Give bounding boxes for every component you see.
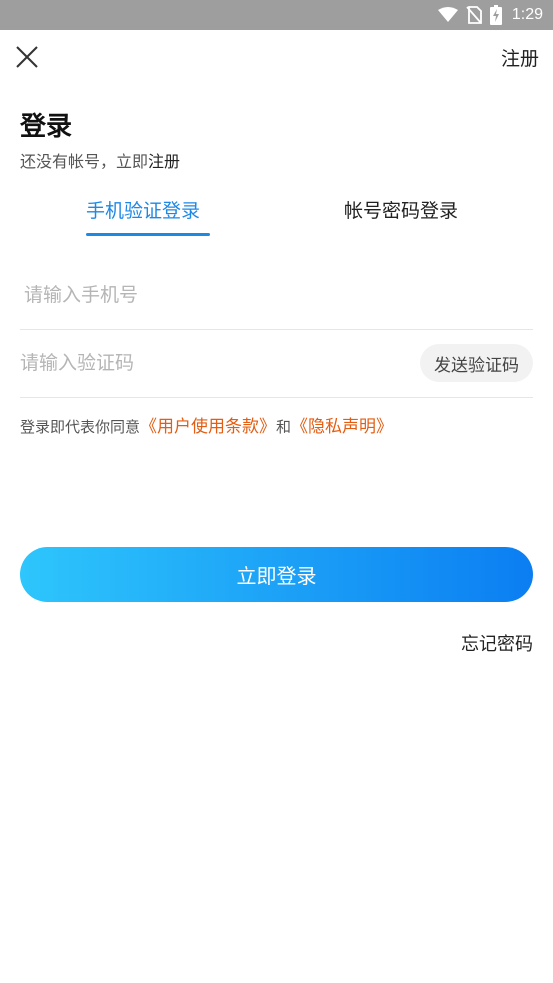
- phone-field: [20, 262, 533, 330]
- top-bar: 注册: [0, 30, 553, 88]
- terms-link[interactable]: 《用户使用条款》: [140, 417, 276, 437]
- close-icon: [15, 45, 39, 73]
- tab-password-login[interactable]: 帐号密码登录: [344, 196, 458, 223]
- verification-code-input[interactable]: [20, 330, 400, 396]
- agreement-conjunction: 和: [276, 418, 292, 436]
- agreement-text: 登录即代表你同意《用户使用条款》和《隐私声明》: [20, 412, 393, 437]
- no-sim-icon: [466, 6, 482, 24]
- wifi-icon: [437, 7, 458, 23]
- tab-sms-login[interactable]: 手机验证登录: [86, 196, 200, 223]
- login-button[interactable]: 立即登录: [20, 547, 533, 602]
- battery-charging-icon: [489, 5, 502, 25]
- privacy-link[interactable]: 《隐私声明》: [291, 417, 393, 437]
- send-code-button[interactable]: 发送验证码: [420, 344, 533, 382]
- status-time: 1:29: [511, 6, 543, 23]
- code-field: 发送验证码: [20, 330, 533, 398]
- active-tab-indicator: [86, 233, 210, 236]
- subtitle: 还没有帐号，立即注册: [20, 148, 180, 172]
- phone-input[interactable]: [24, 262, 524, 328]
- agreement-prefix: 登录即代表你同意: [20, 418, 141, 436]
- forgot-password-link[interactable]: 忘记密码: [461, 630, 533, 656]
- register-link[interactable]: 注册: [501, 44, 539, 71]
- subtitle-register-link[interactable]: 注册: [148, 152, 180, 171]
- close-button[interactable]: [12, 44, 42, 74]
- page-title: 登录: [20, 112, 73, 142]
- subtitle-text: 还没有帐号，立即: [20, 152, 149, 171]
- status-bar: 1:29: [0, 0, 553, 30]
- login-tabs: 手机验证登录 帐号密码登录: [0, 196, 553, 240]
